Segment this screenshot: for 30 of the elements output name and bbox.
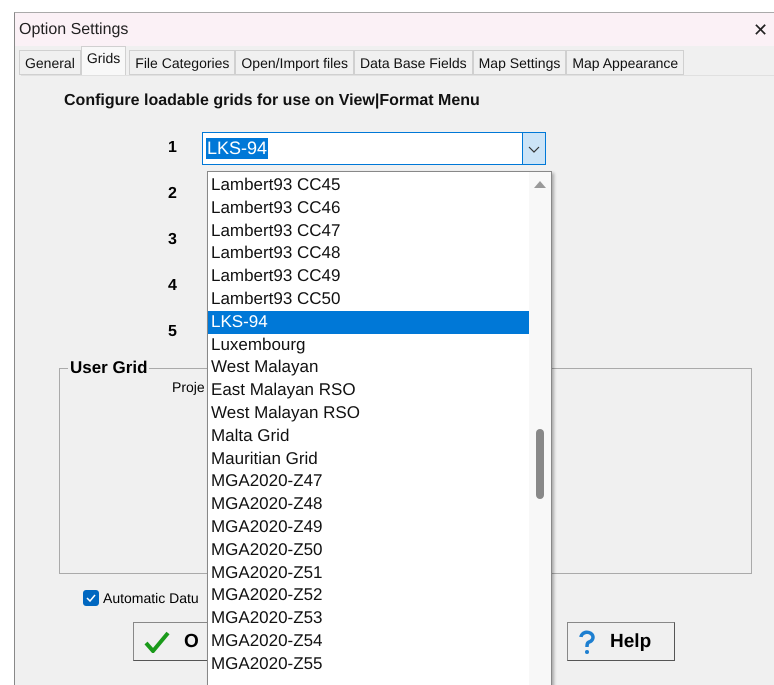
checkbox-label: Automatic Datu	[103, 590, 199, 606]
tab[interactable]: Open/Import files	[235, 50, 354, 75]
close-button[interactable]: ✕	[751, 18, 770, 40]
scroll-up-icon[interactable]	[534, 180, 546, 188]
checkbox[interactable]	[83, 590, 99, 606]
checkmark-icon	[85, 592, 97, 604]
chevron-down-icon[interactable]	[522, 132, 545, 164]
question-mark-icon	[578, 630, 596, 654]
tab[interactable]: General	[19, 50, 81, 75]
list-item[interactable]: Luxembourg	[208, 334, 529, 356]
row-number: 4	[168, 277, 178, 295]
list-item[interactable]: LKS-94	[208, 310, 529, 334]
tab[interactable]: Data Base Fields	[354, 50, 473, 75]
checkmark-icon	[144, 630, 170, 652]
tab[interactable]: Map Appearance	[566, 50, 684, 75]
scrollbar[interactable]	[529, 172, 551, 685]
row-number: 3	[168, 231, 178, 249]
tab[interactable]: File Categories	[129, 50, 236, 75]
selected-text: LKS-94	[206, 138, 268, 158]
tab[interactable]: Grids	[80, 46, 126, 75]
row-number: 1	[168, 139, 178, 157]
tab[interactable]: Map Settings	[472, 50, 566, 75]
help-button[interactable]: Help	[567, 622, 675, 661]
scroll-thumb[interactable]	[536, 429, 544, 499]
field-label: Proje	[172, 379, 205, 395]
row-number: 2	[168, 185, 178, 203]
row-number: 5	[168, 323, 178, 341]
section-heading: Configure loadable grids for use on View|Format Menu	[64, 92, 481, 110]
window-title: Option Settings	[19, 20, 128, 38]
grid-dropdown[interactable]: LKS-94	[202, 132, 546, 164]
